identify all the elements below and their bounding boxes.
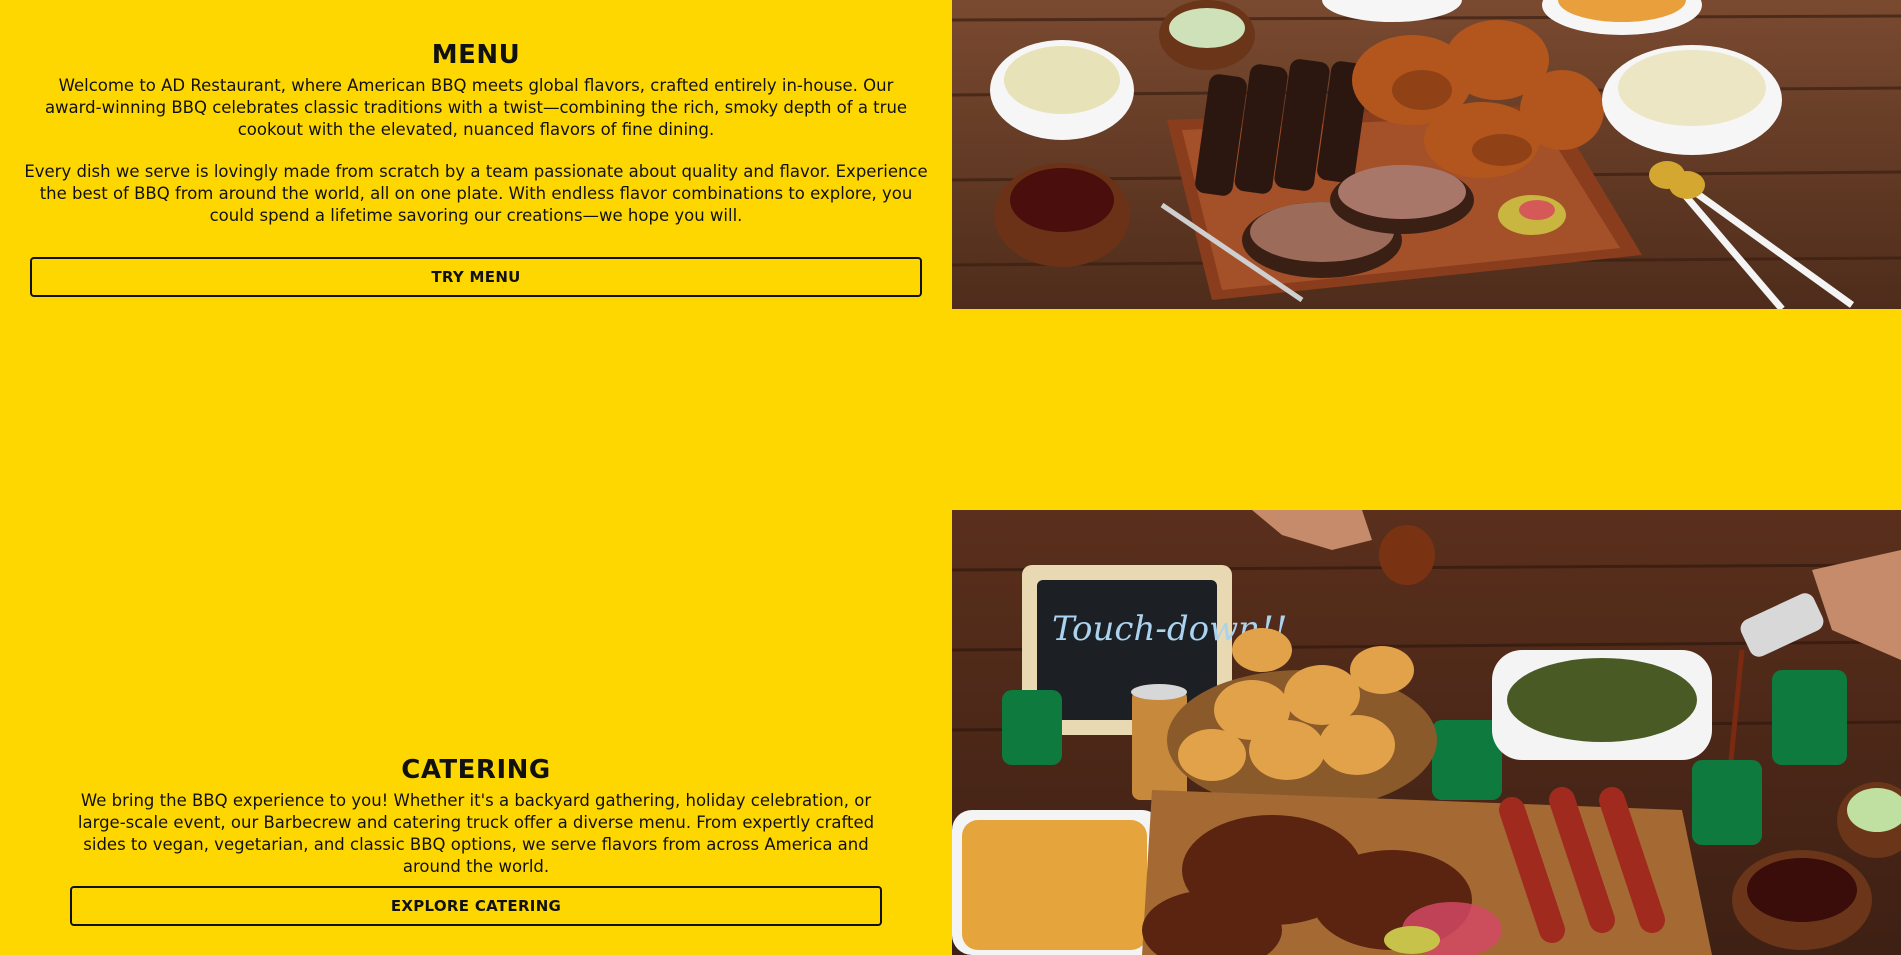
try-menu-button[interactable]: TRY MENU — [30, 257, 922, 297]
menu-intro-paragraph: Welcome to AD Restaurant, where American… — [44, 76, 908, 139]
catering-paragraph: We bring the BBQ experience to you! Whet… — [77, 791, 875, 876]
menu-detail-paragraph: Every dish we serve is lovingly made fro… — [24, 162, 928, 225]
page: MENU Welcome to AD Restaurant, where Ame… — [0, 0, 1901, 955]
bbq-platter-photo — [952, 0, 1901, 309]
catering-spread-image: Touch-down!! — [952, 510, 1901, 955]
bbq-platter-image — [952, 0, 1901, 309]
catering-title: CATERING — [401, 755, 551, 785]
menu-section: MENU Welcome to AD Restaurant, where Ame… — [0, 0, 952, 310]
explore-catering-button[interactable]: EXPLORE CATERING — [70, 886, 882, 926]
catering-spread-photo: Touch-down!! — [952, 510, 1901, 955]
menu-title: MENU — [431, 40, 521, 70]
